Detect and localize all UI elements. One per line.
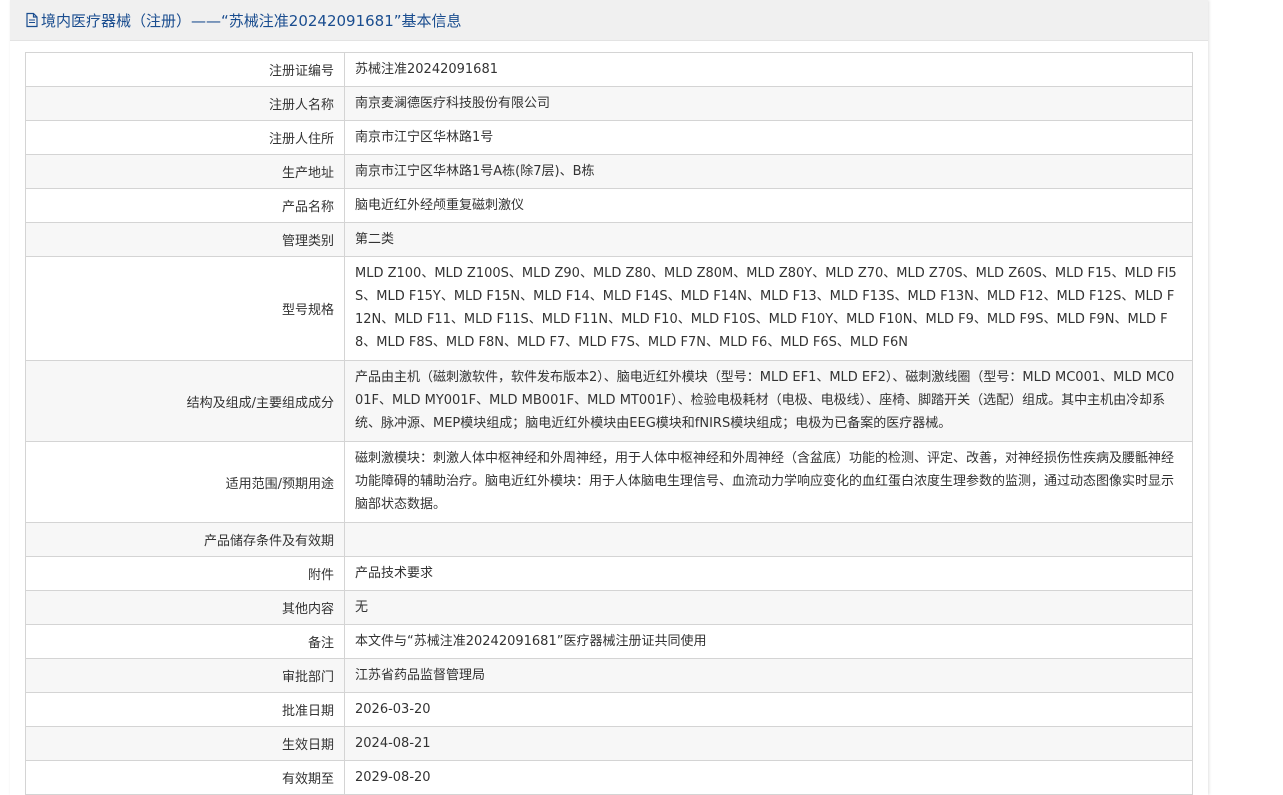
row-value [344,522,1193,557]
row-value: 2029-08-20 [344,760,1193,795]
row-label: 适用范围/预期用途 [25,441,345,523]
row-value: 磁刺激模块：刺激人体中枢神经和外周神经，用于人体中枢神经和外周神经（含盆底）功能… [344,441,1193,523]
row-label: 附件 [25,556,345,591]
table-row: 审批部门 江苏省药品监督管理局 [25,658,1193,693]
table-row: 生效日期 2024-08-21 [25,726,1193,761]
row-value: 本文件与“苏械注准20242091681”医疗器械注册证共同使用 [344,624,1193,659]
table-row: 产品名称 脑电近红外经颅重复磁刺激仪 [25,188,1193,223]
info-table-wrapper: 注册证编号 苏械注准20242091681 注册人名称 南京麦澜德医疗科技股份有… [25,52,1193,795]
row-value: 2024-08-21 [344,726,1193,761]
table-row: 型号规格 MLD Z100、MLD Z100S、MLD Z90、MLD Z80、… [25,256,1193,361]
table-row: 附件 产品技术要求 [25,556,1193,591]
row-value: 江苏省药品监督管理局 [344,658,1193,693]
row-label: 审批部门 [25,658,345,693]
row-value: 产品技术要求 [344,556,1193,591]
row-label: 结构及组成/主要组成成分 [25,360,345,442]
document-icon [25,12,39,28]
table-row: 注册人名称 南京麦澜德医疗科技股份有限公司 [25,86,1193,121]
row-value: 南京麦澜德医疗科技股份有限公司 [344,86,1193,121]
row-value: 南京市江宁区华林路1号A栋(除7层)、B栋 [344,154,1193,189]
table-row: 管理类别 第二类 [25,222,1193,257]
table-row: 有效期至 2029-08-20 [25,760,1193,795]
table-row: 结构及组成/主要组成成分 产品由主机（磁刺激软件，软件发布版本2）、脑电近红外模… [25,360,1193,442]
row-label: 注册证编号 [25,52,345,87]
row-label: 注册人住所 [25,120,345,155]
table-row: 产品储存条件及有效期 [25,522,1193,557]
row-label: 生产地址 [25,154,345,189]
row-value: 脑电近红外经颅重复磁刺激仪 [344,188,1193,223]
row-value: 苏械注准20242091681 [344,52,1193,87]
row-label: 产品名称 [25,188,345,223]
row-label: 批准日期 [25,692,345,727]
detail-panel: 境内医疗器械（注册）——“苏械注准20242091681”基本信息 注册证编号 … [10,0,1208,795]
row-label: 产品储存条件及有效期 [25,522,345,557]
row-label: 其他内容 [25,590,345,625]
row-label: 生效日期 [25,726,345,761]
row-value: 产品由主机（磁刺激软件，软件发布版本2）、脑电近红外模块（型号：MLD EF1、… [344,360,1193,442]
row-label: 有效期至 [25,760,345,795]
table-row: 备注 本文件与“苏械注准20242091681”医疗器械注册证共同使用 [25,624,1193,659]
info-table: 注册证编号 苏械注准20242091681 注册人名称 南京麦澜德医疗科技股份有… [25,52,1193,795]
table-row: 注册证编号 苏械注准20242091681 [25,52,1193,87]
table-row: 适用范围/预期用途 磁刺激模块：刺激人体中枢神经和外周神经，用于人体中枢神经和外… [25,441,1193,523]
table-row: 注册人住所 南京市江宁区华林路1号 [25,120,1193,155]
table-row: 其他内容 无 [25,590,1193,625]
row-label: 型号规格 [25,256,345,361]
row-label: 管理类别 [25,222,345,257]
row-value: 第二类 [344,222,1193,257]
table-row: 生产地址 南京市江宁区华林路1号A栋(除7层)、B栋 [25,154,1193,189]
row-value: MLD Z100、MLD Z100S、MLD Z90、MLD Z80、MLD Z… [344,256,1193,361]
panel-header: 境内医疗器械（注册）——“苏械注准20242091681”基本信息 [10,0,1208,41]
row-value: 2026-03-20 [344,692,1193,727]
row-label: 注册人名称 [25,86,345,121]
page-title: 境内医疗器械（注册）——“苏械注准20242091681”基本信息 [41,11,462,30]
row-label: 备注 [25,624,345,659]
table-row: 批准日期 2026-03-20 [25,692,1193,727]
row-value: 无 [344,590,1193,625]
row-value: 南京市江宁区华林路1号 [344,120,1193,155]
